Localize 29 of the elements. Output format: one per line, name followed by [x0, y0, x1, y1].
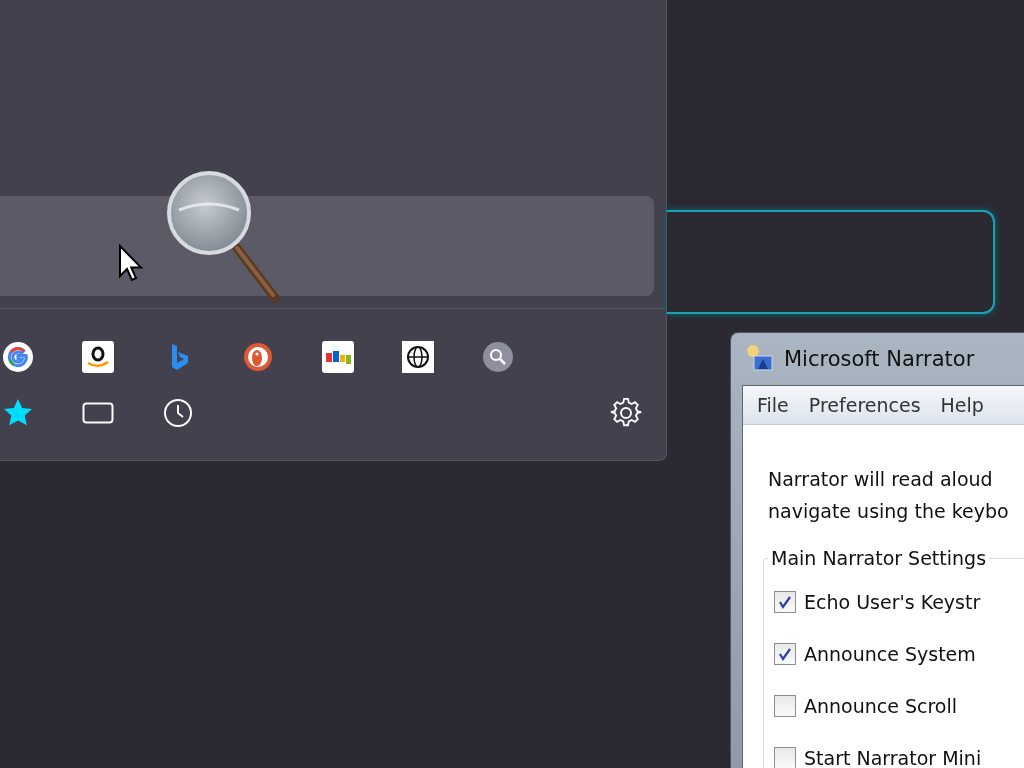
address-bar[interactable]	[667, 210, 995, 314]
menu-item[interactable]: Help	[930, 394, 994, 416]
checkbox[interactable]	[774, 643, 796, 665]
window-title: Microsoft Narrator	[784, 347, 975, 371]
description-text: Narrator will read aloud	[768, 467, 994, 492]
colored-bars-icon[interactable]	[322, 341, 354, 373]
group-title: Main Narrator Settings	[770, 547, 988, 569]
option-label[interactable]: Announce System	[804, 643, 976, 665]
checkbox[interactable]	[774, 591, 796, 613]
google-icon[interactable]	[2, 341, 34, 373]
checkbox[interactable]	[774, 747, 796, 768]
amazon-icon[interactable]	[82, 341, 114, 373]
clock-icon[interactable]	[162, 397, 194, 429]
mouse-pointer-icon	[118, 244, 144, 282]
option-label[interactable]: Echo User's Keystr	[804, 591, 981, 613]
globe-icon[interactable]	[402, 341, 434, 373]
checkmark-icon	[778, 647, 792, 661]
narrator-app-icon	[744, 344, 774, 374]
checkbox[interactable]	[774, 695, 796, 717]
search-icon[interactable]	[482, 341, 514, 373]
duck-icon[interactable]	[242, 341, 274, 373]
menu-item[interactable]: Preferences	[798, 394, 931, 416]
menu-item[interactable]: File	[747, 394, 799, 416]
option-label[interactable]: Announce Scroll	[804, 695, 958, 717]
settings-icon[interactable]	[610, 397, 642, 429]
option-label[interactable]: Start Narrator Mini	[804, 747, 982, 768]
description-text: navigate using the keybo	[768, 499, 1010, 524]
checkmark-icon	[778, 595, 792, 609]
highlighted-row[interactable]	[0, 196, 654, 296]
